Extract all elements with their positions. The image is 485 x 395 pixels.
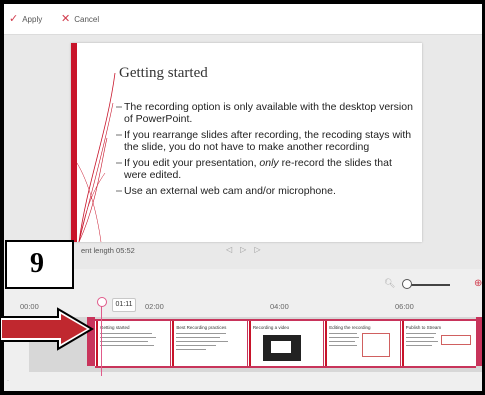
time-tick: 02:00: [145, 302, 164, 311]
time-tick: 04:00: [270, 302, 289, 311]
check-icon: ✓: [9, 12, 19, 25]
close-icon: ✕: [61, 12, 71, 25]
slide-preview: Getting started The recording option is …: [71, 43, 422, 242]
thumbnail-title: Best Recording practices: [176, 325, 227, 330]
step-number: 9: [30, 248, 44, 279]
thumbnail-title: Publish to Stream: [405, 325, 442, 330]
screenshot-frame: ✓ Apply ✕ Cancel Getting started The rec…: [0, 0, 485, 395]
slide-swirl-decoration: [77, 72, 116, 242]
bullet-text: If you edit your presentation,: [124, 157, 260, 169]
previous-frame-icon[interactable]: ◁: [226, 245, 240, 254]
preview-stage: Getting started The recording option is …: [4, 35, 482, 269]
apply-button[interactable]: ✓ Apply: [9, 11, 42, 27]
clip-thumbnail: Getting started: [95, 321, 172, 366]
bullet-emphasis: only: [259, 157, 279, 169]
thumbnail-image: [262, 335, 301, 361]
playback-controls: ◁▷▷: [226, 245, 268, 254]
corner-dot-icon: ·: [7, 378, 9, 384]
step-number-callout: 9: [5, 240, 74, 289]
pointer-arrow: [0, 307, 94, 351]
play-icon[interactable]: ▷: [240, 245, 254, 254]
next-frame-icon[interactable]: ▷: [254, 245, 268, 254]
clip-thumbnail: Publish to Stream: [401, 321, 476, 366]
zoom-slider-thumb[interactable]: [402, 279, 412, 289]
slide-bullets: The recording option is only available w…: [116, 101, 416, 201]
slide-bullet: The recording option is only available w…: [116, 101, 416, 125]
playhead-handle[interactable]: [97, 297, 107, 307]
thumbnail-title: Recording a video: [252, 325, 290, 330]
clip-thumbnail: Best Recording practices: [171, 321, 248, 366]
trim-handle-right[interactable]: [476, 317, 482, 366]
zoom-slider-track[interactable]: [406, 284, 450, 286]
cancel-label: Cancel: [74, 14, 100, 24]
thumbnail-title: Editing the recording: [329, 325, 371, 330]
timeline-track: Getting started Best Recording practices…: [29, 317, 482, 372]
zoom-out-icon[interactable]: 🔍︎: [384, 278, 395, 289]
slide-bullet: If you edit your presentation, only re-r…: [116, 157, 416, 181]
toolbar: ✓ Apply ✕ Cancel: [4, 4, 482, 35]
clip-thumbnail: Recording a video: [248, 321, 325, 366]
cancel-button[interactable]: ✕ Cancel: [61, 11, 99, 27]
clip-thumbnail: Editing the recording: [324, 321, 401, 366]
current-time: 01:11: [112, 298, 136, 312]
zoom-control: 🔍︎ ⊕: [384, 278, 482, 292]
zoom-in-icon[interactable]: ⊕: [474, 278, 482, 289]
thumbnail-title: Getting started: [100, 325, 130, 330]
slide-title: Getting started: [119, 65, 208, 81]
bottom-bar: ·: [4, 376, 482, 391]
time-tick: 06:00: [395, 302, 414, 311]
slide-bullet: If you rearrange slides after recording,…: [116, 129, 416, 153]
slide-bullet: Use an external web cam and/or microphon…: [116, 185, 416, 197]
video-clip[interactable]: Getting started Best Recording practices…: [95, 319, 476, 368]
apply-label: Apply: [22, 14, 43, 24]
segment-length: ent length 05:52: [81, 246, 135, 255]
